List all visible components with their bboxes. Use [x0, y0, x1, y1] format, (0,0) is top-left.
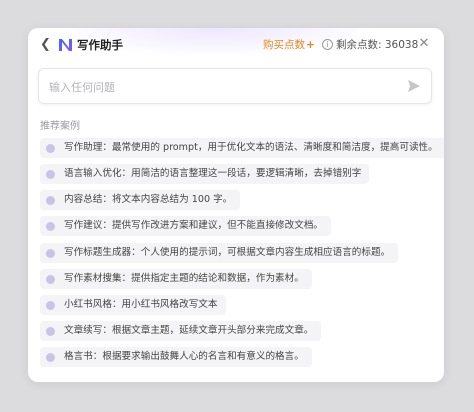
suggestion-text: 写作素材搜集：提供指定主题的结论和数据，作为素材。 — [64, 273, 304, 284]
dot-icon — [46, 143, 55, 153]
suggestion-item[interactable]: 写作建议：提供写作改进方案和建议，但不能直接修改文档。 — [40, 216, 332, 236]
suggestion-item[interactable]: 小红书风格：用小红书风格改写文本 — [40, 295, 226, 315]
suggestion-item[interactable]: 格言书：根据要求输出鼓舞人心的名言和有意义的格言。 — [40, 347, 312, 367]
close-icon[interactable]: ✕ — [417, 36, 431, 52]
dot-icon — [46, 169, 55, 179]
writing-assistant-panel: ❮ 写作助手 购买点数+ i 剩余点数: 36038 ✕ 推荐案例 写作助理：最… — [28, 28, 444, 382]
suggestion-text: 写作建议：提供写作改进方案和建议，但不能直接修改文档。 — [64, 220, 324, 231]
suggestion-item[interactable]: 内容总结：将文本内容总结为 100 字。 — [40, 190, 241, 210]
dot-icon — [46, 195, 55, 205]
suggestion-item[interactable]: 写作标题生成器：个人使用的提示词，可根据文章内容生成相应语言的标题。 — [40, 243, 399, 263]
suggestion-item[interactable]: 语言输入优化：用简洁的语言整理这一段话，要逻辑清晰，去掉错别字 — [40, 164, 370, 184]
dot-icon — [46, 274, 55, 284]
buy-points-label: 购买点数 — [263, 39, 305, 51]
remaining-points: 剩余点数: 36038 — [336, 39, 419, 51]
info-icon: i — [322, 39, 333, 50]
suggestion-item[interactable]: 文章续写：根据文章主题，延续文章开头部分来完成文章。 — [40, 321, 322, 341]
suggestion-text: 小红书风格：用小红书风格改写文本 — [64, 299, 218, 310]
suggestion-item[interactable]: 写作素材搜集：提供指定主题的结论和数据，作为素材。 — [40, 269, 312, 289]
send-icon[interactable] — [407, 79, 421, 93]
suggestion-text: 文章续写：根据文章主题，延续文章开头部分来完成文章。 — [64, 325, 314, 336]
app-logo-icon — [59, 39, 72, 51]
plus-icon: + — [306, 39, 315, 51]
suggestion-text: 写作助理：最常使用的 prompt，用于优化文本的语法、清晰度和简洁度，提高可读… — [64, 142, 438, 153]
section-label: 推荐案例 — [40, 121, 80, 132]
header: ❮ 写作助手 购买点数+ i 剩余点数: 36038 ✕ — [28, 28, 444, 62]
suggestion-text: 语言输入优化：用简洁的语言整理这一段话，要逻辑清晰，去掉错别字 — [64, 168, 362, 179]
search-box — [38, 68, 432, 104]
dot-icon — [46, 221, 55, 231]
dot-icon — [46, 248, 55, 258]
page-title: 写作助手 — [77, 38, 123, 52]
suggestion-text: 格言书：根据要求输出鼓舞人心的名言和有意义的格言。 — [64, 351, 304, 362]
dot-icon — [46, 300, 55, 310]
question-input[interactable] — [49, 78, 389, 96]
suggestion-text: 内容总结：将文本内容总结为 100 字。 — [64, 194, 233, 205]
suggestion-item[interactable]: 写作助理：最常使用的 prompt，用于优化文本的语法、清晰度和简洁度，提高可读… — [40, 138, 444, 158]
suggestion-text: 写作标题生成器：个人使用的提示词，可根据文章内容生成相应语言的标题。 — [64, 247, 391, 258]
buy-points-button[interactable]: 购买点数+ — [263, 38, 315, 52]
dot-icon — [46, 326, 55, 336]
chevron-left-icon[interactable]: ❮ — [40, 37, 54, 53]
dot-icon — [46, 352, 55, 362]
